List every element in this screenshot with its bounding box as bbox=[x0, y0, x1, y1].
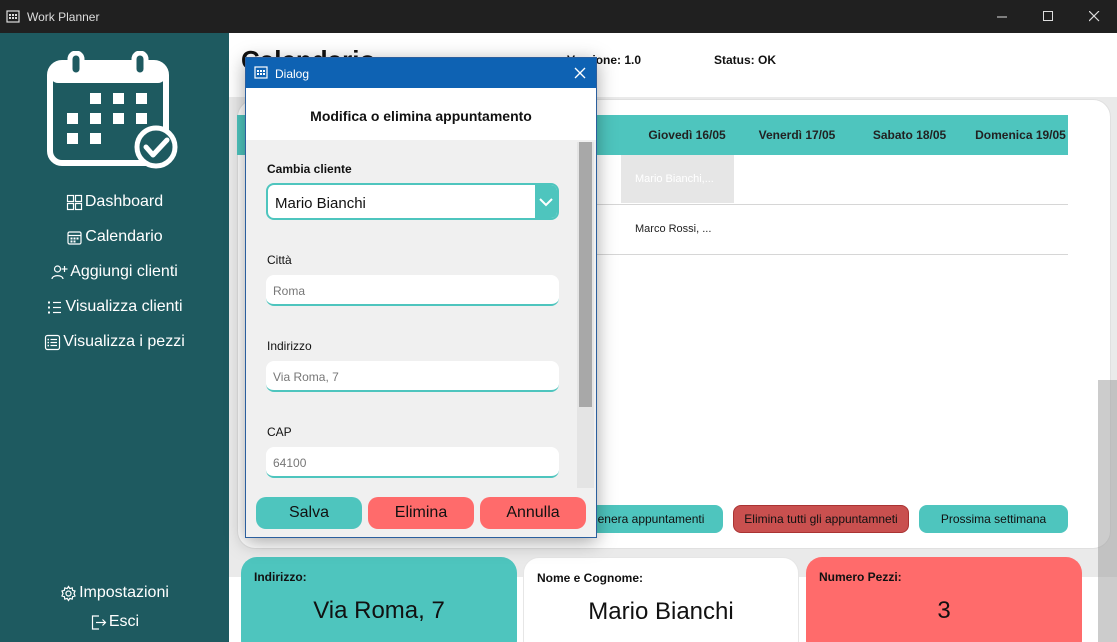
address-card: Indirizzo: Via Roma, 7 bbox=[241, 557, 517, 642]
dialog-scrollbar-thumb[interactable] bbox=[579, 142, 592, 407]
sidebar-item-aggiungi-clienti[interactable]: Aggiungi clienti bbox=[0, 258, 229, 286]
save-button[interactable]: Salva bbox=[256, 497, 362, 529]
address-card-value: Via Roma, 7 bbox=[313, 597, 445, 624]
list-box-icon bbox=[45, 334, 61, 350]
dialog-title: Dialog bbox=[275, 67, 310, 81]
dialog-close-icon[interactable] bbox=[572, 65, 588, 81]
client-select-dropdown[interactable] bbox=[535, 185, 557, 218]
day-thursday: Giovedì 16/05 bbox=[648, 128, 726, 142]
dialog-heading-area: Modifica o elimina appuntamento bbox=[246, 88, 596, 140]
client-select-value: Mario Bianchi bbox=[275, 195, 366, 212]
dialog-heading: Modifica o elimina appuntamento bbox=[310, 108, 532, 124]
delete-button[interactable]: Elimina bbox=[368, 497, 474, 529]
edit-appointment-dialog: Dialog Modifica o elimina appuntamento C… bbox=[245, 57, 597, 538]
app-calendar-icon bbox=[6, 10, 20, 23]
appointment-text[interactable]: Marco Rossi, ... bbox=[635, 223, 711, 235]
dashboard-icon bbox=[66, 194, 82, 210]
name-card-value: Mario Bianchi bbox=[588, 598, 734, 625]
address-input[interactable]: Via Roma, 7 bbox=[266, 361, 559, 392]
sidebar-item-impostazioni[interactable]: Impostazioni bbox=[0, 579, 229, 607]
list-icon bbox=[48, 301, 62, 313]
sidebar-item-label: Dashboard bbox=[84, 193, 164, 210]
minimize-button[interactable] bbox=[979, 0, 1025, 33]
sidebar-item-label: Esci bbox=[108, 613, 140, 630]
address-card-label: Indirizzo: bbox=[254, 570, 307, 584]
pieces-card-label: Numero Pezzi: bbox=[819, 570, 902, 584]
close-button[interactable] bbox=[1071, 0, 1117, 33]
client-select[interactable]: Mario Bianchi bbox=[266, 183, 559, 220]
delete-all-appointments-button[interactable]: Elimina tutti gli appuntamneti bbox=[733, 505, 909, 533]
cap-label: CAP bbox=[267, 425, 292, 439]
chevron-down-icon bbox=[539, 197, 553, 206]
appointment-cell-selected[interactable]: Mario Bianchi,... bbox=[621, 155, 734, 203]
name-card-label: Nome e Cognome: bbox=[537, 571, 644, 585]
name-card: Nome e Cognome: Mario Bianchi bbox=[523, 557, 799, 642]
sidebar-item-label: Impostazioni bbox=[79, 584, 169, 601]
city-input[interactable]: Roma bbox=[266, 275, 559, 306]
sidebar: Dashboard Calendario Aggiungi clienti Vi… bbox=[0, 33, 229, 642]
sidebar-item-label: Visualizza i pezzi bbox=[63, 333, 185, 350]
sidebar-item-label: Aggiungi clienti bbox=[70, 263, 178, 280]
dialog-footer: Salva Elimina Annulla bbox=[246, 488, 596, 537]
row-divider bbox=[597, 204, 1068, 205]
main-scrollbar[interactable] bbox=[1098, 380, 1117, 642]
address-input-value: Via Roma, 7 bbox=[273, 370, 339, 384]
next-week-button[interactable]: Prossima settimana bbox=[919, 505, 1068, 533]
address-label: Indirizzo bbox=[267, 339, 312, 353]
status-label: Status: OK bbox=[714, 53, 777, 67]
sidebar-item-label: Visualizza clienti bbox=[65, 298, 183, 315]
city-input-value: Roma bbox=[273, 284, 306, 298]
city-label: Città bbox=[267, 253, 292, 267]
day-sunday: Domenica 19/05 bbox=[975, 128, 1066, 142]
title-bar: Work Planner bbox=[0, 0, 1117, 33]
pieces-card-value: 3 bbox=[937, 597, 951, 624]
sidebar-item-esci[interactable]: Esci bbox=[0, 608, 229, 636]
close-icon bbox=[1088, 11, 1099, 22]
row-divider bbox=[597, 254, 1068, 255]
sidebar-item-dashboard[interactable]: Dashboard bbox=[0, 188, 229, 216]
maximize-button[interactable] bbox=[1025, 0, 1071, 33]
generate-appointments-button[interactable]: enera appuntamenti bbox=[579, 505, 723, 533]
calendar-logo-icon bbox=[47, 51, 178, 169]
dialog-title-bar: Dialog bbox=[246, 58, 596, 88]
maximize-icon bbox=[1042, 11, 1053, 21]
cap-input-value: 64100 bbox=[273, 456, 307, 470]
sidebar-item-calendario[interactable]: Calendario bbox=[0, 223, 229, 251]
minimize-icon bbox=[996, 16, 1007, 18]
cancel-button[interactable]: Annulla bbox=[480, 497, 586, 529]
add-user-icon bbox=[51, 264, 68, 279]
logout-icon bbox=[91, 614, 107, 630]
client-label: Cambia cliente bbox=[267, 162, 352, 176]
window-title: Work Planner bbox=[27, 10, 100, 24]
sidebar-item-visualizza-i-pezzi[interactable]: Visualizza i pezzi bbox=[0, 328, 229, 356]
day-saturday: Sabato 18/05 bbox=[872, 128, 947, 142]
pieces-card: Numero Pezzi: 3 bbox=[806, 557, 1082, 642]
cap-input[interactable]: 64100 bbox=[266, 447, 559, 478]
gear-icon bbox=[61, 584, 76, 602]
appointment-text: Mario Bianchi,... bbox=[635, 173, 714, 185]
day-friday: Venerdì 17/05 bbox=[758, 128, 836, 142]
calendar-icon bbox=[67, 230, 82, 245]
sidebar-item-label: Calendario bbox=[85, 228, 163, 245]
dialog-calendar-icon bbox=[254, 66, 268, 79]
sidebar-item-visualizza-clienti[interactable]: Visualizza clienti bbox=[0, 293, 229, 321]
